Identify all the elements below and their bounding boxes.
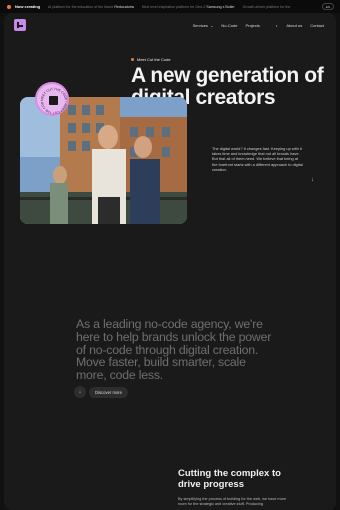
hero-intro: The digital world? It changes fast. Keep… xyxy=(212,146,303,172)
logo[interactable] xyxy=(14,19,26,31)
live-indicator: Now creating xyxy=(0,4,48,9)
section-heading: Cutting the complex to drive progress xyxy=(178,468,281,490)
language-switch[interactable]: EN xyxy=(322,3,334,10)
section-body: By simplifying the process of building f… xyxy=(178,497,287,506)
ticker-item[interactable]: Growth-driven platform for the xyxy=(243,5,291,9)
hero-kicker: Meet Cut the Code xyxy=(131,57,171,62)
chevron-down-icon: ⌄ xyxy=(210,23,214,28)
live-dot-icon xyxy=(7,4,11,9)
agency-statement: As a leading no-code agency, we're here … xyxy=(76,317,272,383)
accent-dot-icon xyxy=(131,58,134,61)
announcement-ticker: Now creating AI platform for the educati… xyxy=(0,0,340,13)
live-label: Now creating xyxy=(15,4,41,9)
rotating-badge: MEET CUT THE CODE • MEET CUT THE CODE • xyxy=(35,82,69,116)
nav-projects[interactable]: Projects xyxy=(245,23,259,28)
nav-contact[interactable]: Contact xyxy=(310,23,324,28)
about-dot-icon: • xyxy=(275,23,279,28)
ticker-item[interactable]: AI platform for the education of the fut… xyxy=(48,5,134,9)
main-nav: Services ⌄ No-Code Projects • About us C… xyxy=(177,23,324,28)
arrow-down-icon: ↓ xyxy=(74,386,86,398)
page-frame: Services ⌄ No-Code Projects • About us C… xyxy=(4,13,336,510)
ticker-item[interactable]: Next level inspiration platform for Gen-… xyxy=(142,5,235,9)
discover-more-label: Discover more xyxy=(89,386,128,398)
nav-services[interactable]: Services ⌄ xyxy=(185,23,214,28)
discover-more-button[interactable]: ↓ Discover more xyxy=(74,386,128,398)
arrow-down-icon[interactable]: ↓ xyxy=(311,177,314,183)
nav-about[interactable]: • About us xyxy=(268,23,302,28)
logo-mark-icon xyxy=(49,96,58,105)
nav-nocode[interactable]: No-Code xyxy=(221,23,237,28)
